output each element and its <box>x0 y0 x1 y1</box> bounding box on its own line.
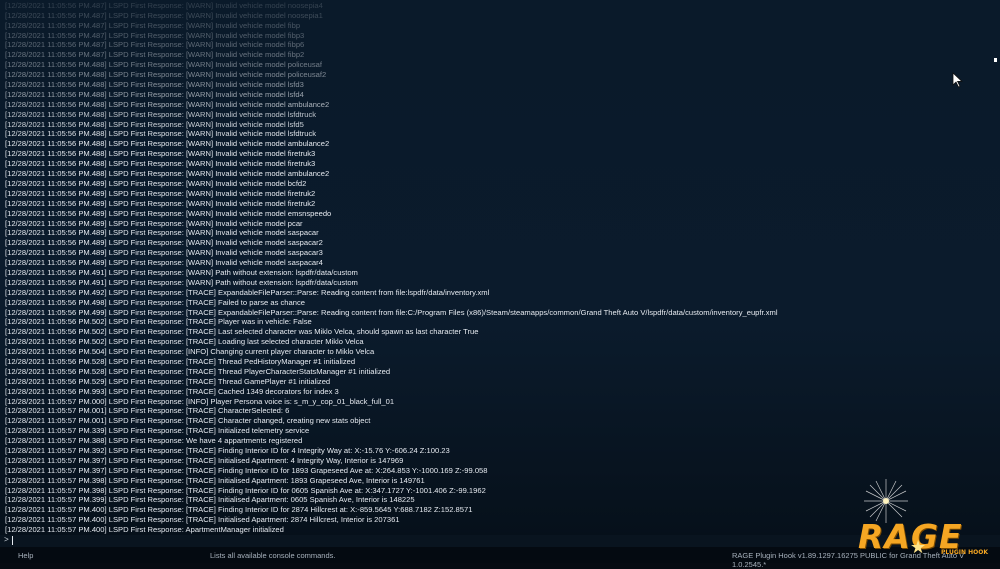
log-line: [12/28/2021 11:05:56 PM.487] LSPD First … <box>5 50 305 60</box>
log-line: [12/28/2021 11:05:56 PM.489] LSPD First … <box>5 178 307 188</box>
log-line: [12/28/2021 11:05:56 PM.489] LSPD First … <box>5 218 303 228</box>
log-line: [12/28/2021 11:05:56 PM.502] LSPD First … <box>5 337 364 347</box>
log-line: [12/28/2021 11:05:56 PM.491] LSPD First … <box>5 277 358 287</box>
log-line: [12/28/2021 11:05:57 PM.398] LSPD First … <box>5 475 425 485</box>
log-line: [12/28/2021 11:05:56 PM.491] LSPD First … <box>5 267 358 277</box>
log-line: [12/28/2021 11:05:56 PM.489] LSPD First … <box>5 238 323 248</box>
log-line: [12/28/2021 11:05:56 PM.488] LSPD First … <box>5 169 330 179</box>
log-line: [12/28/2021 11:05:57 PM.400] LSPD First … <box>5 525 284 535</box>
text-caret <box>12 536 13 545</box>
log-line: [12/28/2021 11:05:56 PM.498] LSPD First … <box>5 297 305 307</box>
log-line: [12/28/2021 11:05:56 PM.487] LSPD First … <box>5 40 305 50</box>
log-line: [12/28/2021 11:05:56 PM.488] LSPD First … <box>5 159 316 169</box>
log-line: [12/28/2021 11:05:56 PM.502] LSPD First … <box>5 327 479 337</box>
log-line: [12/28/2021 11:05:57 PM.000] LSPD First … <box>5 396 395 406</box>
log-line: [12/28/2021 11:05:57 PM.392] LSPD First … <box>5 445 450 455</box>
scroll-marker <box>994 58 997 62</box>
log-line: [12/28/2021 11:05:57 PM.399] LSPD First … <box>5 495 415 505</box>
log-line: [12/28/2021 11:05:56 PM.487] LSPD First … <box>5 0 323 10</box>
log-line: [12/28/2021 11:05:57 PM.398] LSPD First … <box>5 485 486 495</box>
log-line: [12/28/2021 11:05:56 PM.489] LSPD First … <box>5 258 323 268</box>
log-line: [12/28/2021 11:05:56 PM.504] LSPD First … <box>5 347 375 357</box>
rage-logo-subtext: PLUGIN HOOK <box>941 549 989 556</box>
log-line: [12/28/2021 11:05:56 PM.499] LSPD First … <box>5 307 778 317</box>
log-line: [12/28/2021 11:05:56 PM.488] LSPD First … <box>5 119 304 129</box>
log-line: [12/28/2021 11:05:56 PM.528] LSPD First … <box>5 366 391 376</box>
log-line: [12/28/2021 11:05:56 PM.528] LSPD First … <box>5 356 356 366</box>
log-line: [12/28/2021 11:05:56 PM.488] LSPD First … <box>5 89 304 99</box>
rage-logo: RAGE PLUGIN HOOK ★ <box>846 477 996 559</box>
log-line: [12/28/2021 11:05:56 PM.529] LSPD First … <box>5 376 331 386</box>
log-line: [12/28/2021 11:05:57 PM.397] LSPD First … <box>5 465 488 475</box>
log-line: [12/28/2021 11:05:56 PM.488] LSPD First … <box>5 60 322 70</box>
log-line: [12/28/2021 11:05:56 PM.993] LSPD First … <box>5 386 339 396</box>
log-line: [12/28/2021 11:05:56 PM.492] LSPD First … <box>5 287 490 297</box>
log-line: [12/28/2021 11:05:56 PM.487] LSPD First … <box>5 30 305 40</box>
log-line: [12/28/2021 11:05:56 PM.488] LSPD First … <box>5 109 317 119</box>
log-line: [12/28/2021 11:05:56 PM.488] LSPD First … <box>5 99 330 109</box>
log-line: [12/28/2021 11:05:56 PM.488] LSPD First … <box>5 70 327 80</box>
log-line: [12/28/2021 11:05:56 PM.488] LSPD First … <box>5 149 316 159</box>
log-line: [12/28/2021 11:05:56 PM.487] LSPD First … <box>5 10 323 20</box>
command-prompt: > <box>4 536 9 545</box>
log-line: [12/28/2021 11:05:56 PM.489] LSPD First … <box>5 248 323 258</box>
log-line: [12/28/2021 11:05:57 PM.400] LSPD First … <box>5 515 400 525</box>
help-button[interactable]: Help <box>18 551 33 560</box>
log-line: [12/28/2021 11:05:57 PM.339] LSPD First … <box>5 426 310 436</box>
console-log: [12/28/2021 11:05:56 PM.487] LSPD First … <box>5 1 840 535</box>
log-line: [12/28/2021 11:05:56 PM.489] LSPD First … <box>5 228 319 238</box>
log-line: [12/28/2021 11:05:57 PM.397] LSPD First … <box>5 455 404 465</box>
log-line: [12/28/2021 11:05:56 PM.489] LSPD First … <box>5 208 332 218</box>
log-line: [12/28/2021 11:05:56 PM.502] LSPD First … <box>5 317 312 327</box>
log-line: [12/28/2021 11:05:56 PM.487] LSPD First … <box>5 20 301 30</box>
log-line: [12/28/2021 11:05:57 PM.400] LSPD First … <box>5 505 473 515</box>
log-line: [12/28/2021 11:05:57 PM.001] LSPD First … <box>5 416 371 426</box>
mouse-cursor-icon <box>952 72 964 88</box>
command-hint: Lists all available console commands. <box>210 551 336 560</box>
log-line: [12/28/2021 11:05:56 PM.489] LSPD First … <box>5 198 316 208</box>
log-line: [12/28/2021 11:05:57 PM.001] LSPD First … <box>5 406 290 416</box>
log-line: [12/28/2021 11:05:57 PM.388] LSPD First … <box>5 436 303 446</box>
log-line: [12/28/2021 11:05:56 PM.488] LSPD First … <box>5 129 317 139</box>
star-icon: ★ <box>910 537 927 557</box>
log-line: [12/28/2021 11:05:56 PM.488] LSPD First … <box>5 139 330 149</box>
log-line: [12/28/2021 11:05:56 PM.488] LSPD First … <box>5 80 304 90</box>
log-line: [12/28/2021 11:05:56 PM.489] LSPD First … <box>5 188 316 198</box>
console-output[interactable]: [12/28/2021 11:05:56 PM.487] LSPD First … <box>0 0 1000 540</box>
